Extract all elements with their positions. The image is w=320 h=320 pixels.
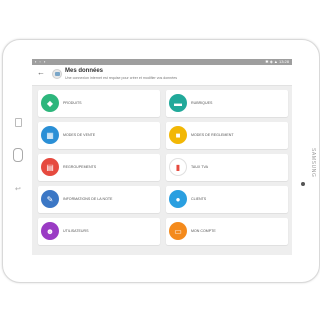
shop-icon: ▦: [41, 126, 59, 144]
tile-label: MODES DE VENTE: [63, 133, 96, 137]
user-icon: ●: [169, 190, 187, 208]
tile-label: UTILISATEURS: [63, 229, 89, 233]
wallet-icon: ■: [169, 126, 187, 144]
app-logo-icon: [52, 69, 62, 79]
home-button[interactable]: [13, 148, 23, 162]
recent-apps-button[interactable]: [15, 118, 22, 127]
pencil-icon: ✎: [41, 190, 59, 208]
tile-produits[interactable]: ◆ PRODUITS: [38, 90, 160, 117]
tile-modes-de-reglement[interactable]: ■ MODES DE REGLEMENT: [166, 122, 288, 149]
back-arrow-icon[interactable]: ←: [37, 68, 45, 77]
tile-informations-de-la-note[interactable]: ✎ INFORMATIONS DE LA NOTE: [38, 186, 160, 213]
tile-rubriques[interactable]: ▬ RUBRIQUES: [166, 90, 288, 117]
tile-clients[interactable]: ● CLIENTS: [166, 186, 288, 213]
tile-label: REGROUPEMENTS: [63, 165, 97, 169]
tile-label: MODES DE REGLEMENT: [191, 133, 234, 137]
camera-dot: [301, 182, 305, 186]
documents-icon: ▤: [41, 158, 59, 176]
tile-label: PRODUITS: [63, 101, 82, 105]
tile-label: MON COMPTE: [191, 229, 216, 233]
hardware-buttons: ↩: [13, 118, 27, 198]
tile-regroupements[interactable]: ▤ REGROUPEMENTS: [38, 154, 160, 181]
back-hardware-icon[interactable]: ↩: [15, 186, 21, 193]
tile-modes-de-vente[interactable]: ▦ MODES DE VENTE: [38, 122, 160, 149]
tile-label: TAUX TVA: [191, 165, 208, 169]
tile-utilisateurs[interactable]: ☻ UTILISATEURS: [38, 218, 160, 245]
folder-icon: ▬: [169, 94, 187, 112]
page-subtitle: Une connexion internet est requise pour …: [65, 76, 178, 80]
brand-label: SAMSUNG: [310, 148, 316, 178]
tile-label: INFORMATIONS DE LA NOTE: [63, 197, 113, 201]
app-bar: ← Mes données Une connexion internet est…: [32, 65, 292, 86]
tile-mon-compte[interactable]: ▭ MON COMPTE: [166, 218, 288, 245]
page-title: Mes données: [65, 68, 104, 74]
tile-label: RUBRIQUES: [191, 101, 213, 105]
tile-taux-tva[interactable]: ▮ TAUX TVA: [166, 154, 288, 181]
data-tiles-grid: ◆ PRODUITS ▬ RUBRIQUES ▦ MODES DE VENTE ■ MODES…: [38, 90, 288, 245]
tag-icon: ◆: [41, 94, 59, 112]
bar-chart-icon: ▮: [169, 158, 187, 176]
masks-icon: ☻: [41, 222, 59, 240]
tile-label: CLIENTS: [191, 197, 207, 201]
app-screen: ▪ ▫ ▪ ✱ ◈ ▲ 13:28 ← Mes données Une conn…: [32, 59, 292, 255]
id-card-icon: ▭: [169, 222, 187, 240]
